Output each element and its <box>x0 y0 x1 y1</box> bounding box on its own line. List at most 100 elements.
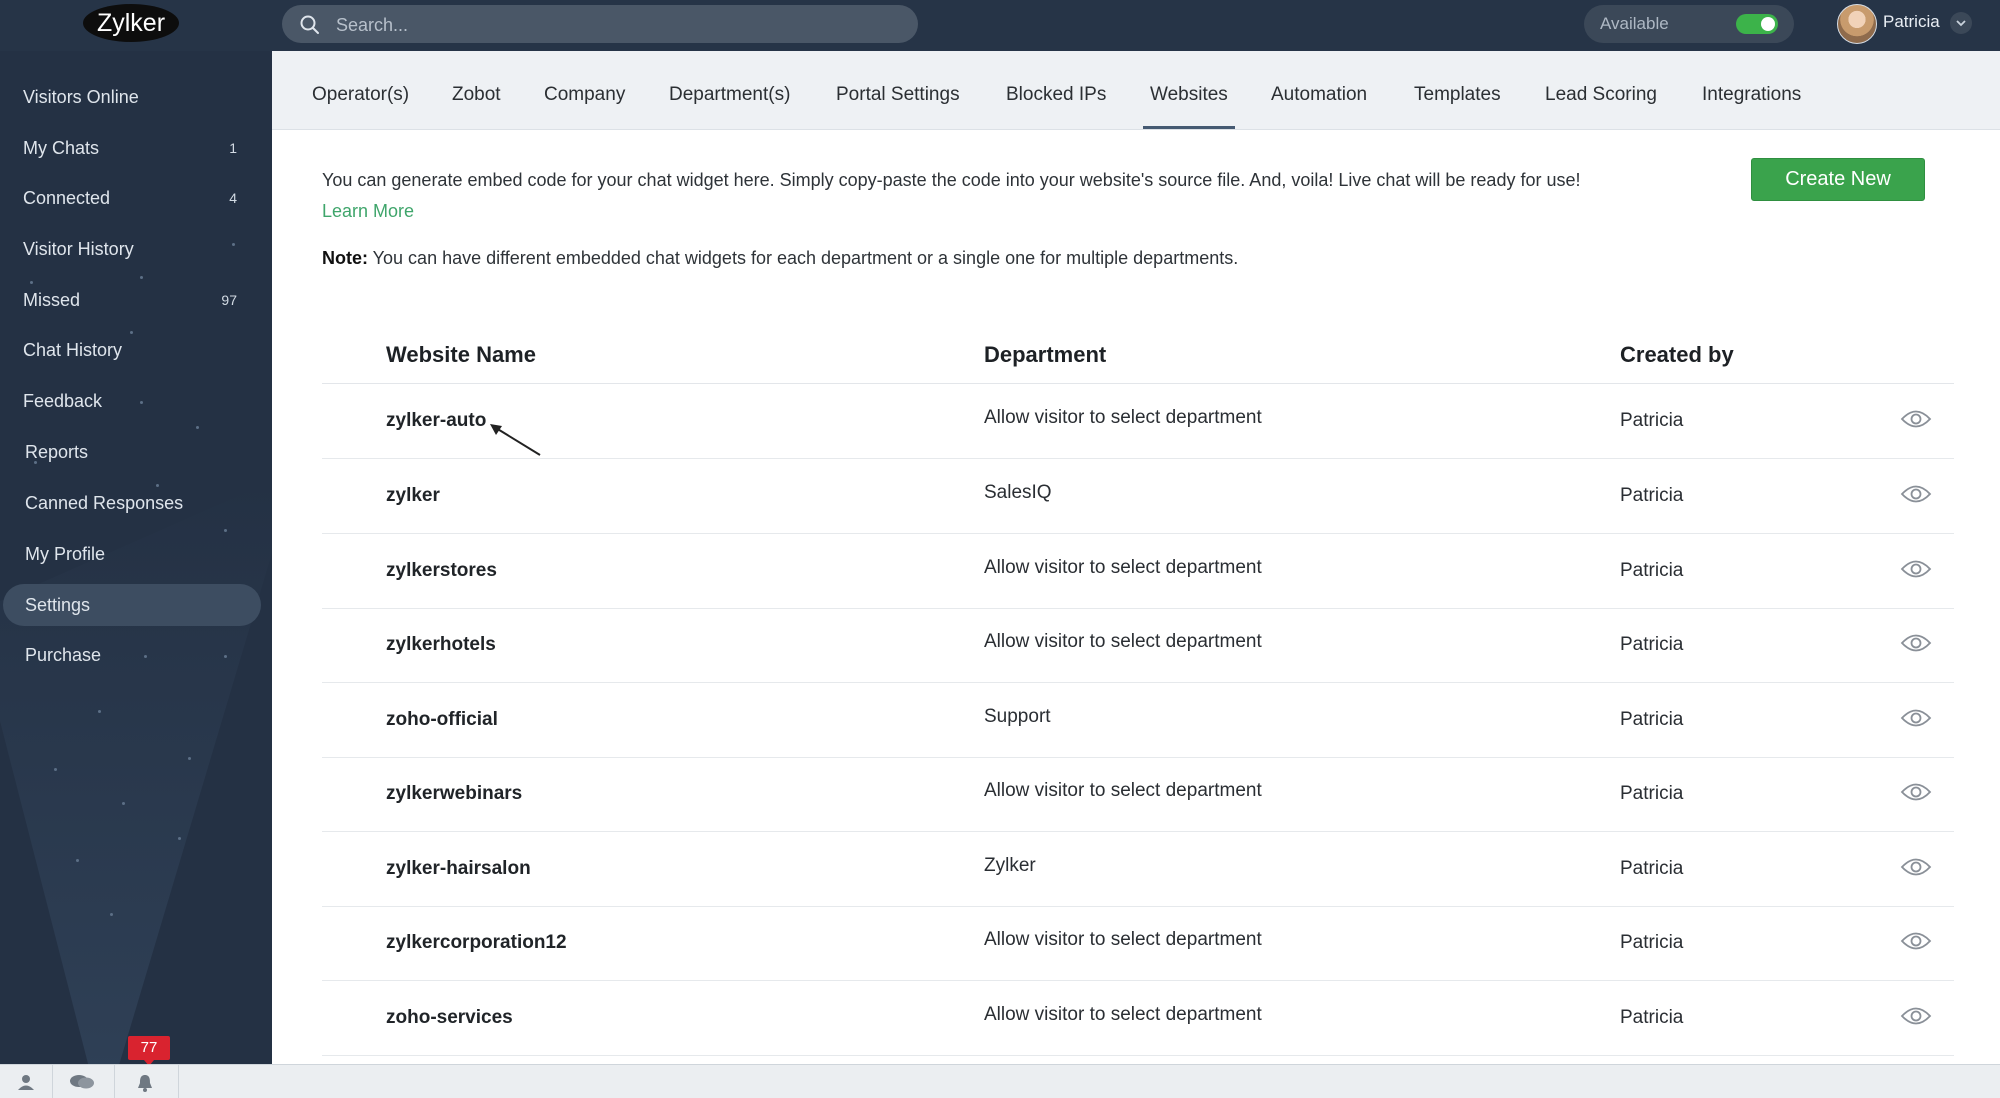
eye-icon[interactable] <box>1900 1005 1932 1027</box>
sidebar-item-purchase[interactable]: Purchase <box>3 634 261 676</box>
table-row[interactable]: zylkercorporation12 Allow visitor to sel… <box>322 906 1954 981</box>
created-by: Patricia <box>1620 1007 1684 1028</box>
table-row[interactable]: zoho-official Support Patricia <box>322 683 1954 758</box>
created-by: Patricia <box>1620 634 1684 655</box>
department: Allow visitor to select department <box>984 929 1262 950</box>
sidebar-item-reports[interactable]: Reports <box>3 431 261 473</box>
bottom-tray <box>0 1064 2000 1098</box>
tab-lead-scoring[interactable]: Lead Scoring <box>1545 51 1657 129</box>
decor-dot <box>188 757 191 760</box>
sidebar-item-label: Reports <box>25 442 89 462</box>
tray-chats-button[interactable] <box>53 1065 115 1098</box>
tab-websites[interactable]: Websites <box>1143 51 1235 129</box>
availability-toggle[interactable] <box>1736 14 1778 34</box>
sidebar-item-count: 4 <box>229 190 237 206</box>
sidebar: Visitors Online My Chats 1 Connected 4 V… <box>0 51 272 1064</box>
website-name[interactable]: zylker <box>386 459 440 533</box>
tab-automation[interactable]: Automation <box>1271 51 1367 129</box>
created-by: Patricia <box>1620 709 1684 730</box>
note-description: You can have different embedded chat wid… <box>368 248 1239 268</box>
sidebar-item-label: Settings <box>25 595 91 615</box>
website-name[interactable]: zylkerstores <box>386 534 497 608</box>
note-text: Note: You can have different embedded ch… <box>322 244 1238 272</box>
tab-portal-settings[interactable]: Portal Settings <box>836 51 960 129</box>
bell-icon <box>138 1075 152 1092</box>
website-name[interactable]: zylkerhotels <box>386 608 496 682</box>
eye-icon[interactable] <box>1900 632 1932 654</box>
website-name[interactable]: zoho-services <box>386 981 513 1055</box>
tray-visitors-button[interactable] <box>0 1065 53 1098</box>
table-row[interactable]: zoho-services Allow visitor to select de… <box>322 981 1954 1056</box>
website-name[interactable]: zylkercorporation12 <box>386 906 567 980</box>
user-avatar[interactable] <box>1837 4 1877 44</box>
sidebar-item-chat-history[interactable]: Chat History <box>3 329 261 371</box>
website-name[interactable]: zylker-hairsalon <box>386 832 531 906</box>
intro-description: You can generate embed code for your cha… <box>322 170 1581 190</box>
create-new-button[interactable]: Create New <box>1751 158 1925 201</box>
table-row[interactable]: zylker SalesIQ Patricia <box>322 459 1954 534</box>
sidebar-item-missed[interactable]: Missed 97 <box>3 279 261 321</box>
department: Allow visitor to select department <box>984 1004 1262 1025</box>
eye-icon[interactable] <box>1900 408 1932 430</box>
sidebar-item-label: Canned Responses <box>25 493 184 513</box>
decor-dot <box>224 529 227 532</box>
tab-departments[interactable]: Department(s) <box>669 51 790 129</box>
table-row[interactable]: zylkerhotels Allow visitor to select dep… <box>322 608 1954 683</box>
created-by: Patricia <box>1620 560 1684 581</box>
department: Allow visitor to select department <box>984 780 1262 801</box>
tab-templates[interactable]: Templates <box>1414 51 1501 129</box>
sidebar-item-count: 1 <box>229 140 237 156</box>
eye-icon[interactable] <box>1900 930 1932 952</box>
sidebar-item-label: Visitor History <box>23 239 134 259</box>
sidebar-item-feedback[interactable]: Feedback <box>3 380 261 422</box>
sidebar-item-my-chats[interactable]: My Chats 1 <box>3 127 261 169</box>
decor-dot <box>98 710 101 713</box>
eye-icon[interactable] <box>1900 483 1932 505</box>
table-header: Website Name Department Created by <box>322 334 1954 384</box>
zylker-logo[interactable]: Zylker <box>83 4 179 42</box>
user-name[interactable]: Patricia <box>1883 0 1940 44</box>
table-row[interactable]: zylkerwebinars Allow visitor to select d… <box>322 757 1954 832</box>
eye-icon[interactable] <box>1900 781 1932 803</box>
eye-icon[interactable] <box>1900 707 1932 729</box>
department: Zylker <box>984 855 1036 876</box>
tab-company[interactable]: Company <box>544 51 625 129</box>
sidebar-item-label: My Profile <box>25 544 106 564</box>
eye-icon[interactable] <box>1900 558 1932 580</box>
website-name[interactable]: zoho-official <box>386 683 498 757</box>
annotation-arrow-icon <box>490 424 541 456</box>
top-bar: Zylker Available Patricia <box>0 0 2000 52</box>
website-name[interactable]: zylkerwebinars <box>386 757 522 831</box>
tray-notifications-button[interactable] <box>115 1065 179 1098</box>
sidebar-item-visitor-history[interactable]: Visitor History <box>3 228 261 270</box>
search-box[interactable] <box>282 5 918 45</box>
tab-integrations[interactable]: Integrations <box>1702 51 1801 129</box>
sidebar-item-settings[interactable]: Settings <box>3 584 261 626</box>
intro-text: You can generate embed code for your cha… <box>322 165 1612 227</box>
decor-dot <box>196 426 199 429</box>
eye-icon[interactable] <box>1900 856 1932 878</box>
decor-dot <box>54 768 57 771</box>
decor-dot <box>178 837 181 840</box>
sidebar-item-my-profile[interactable]: My Profile <box>3 533 261 575</box>
tab-blocked-ips[interactable]: Blocked IPs <box>1006 51 1106 129</box>
availability-status[interactable]: Available <box>1584 5 1794 43</box>
learn-more-link[interactable]: Learn More <box>322 201 414 221</box>
search-input[interactable] <box>334 5 898 45</box>
sidebar-item-label: Connected <box>23 188 111 208</box>
sidebar-item-connected[interactable]: Connected 4 <box>3 177 261 219</box>
department: Support <box>984 706 1051 727</box>
sidebar-item-canned-responses[interactable]: Canned Responses <box>3 482 261 524</box>
tab-operators[interactable]: Operator(s) <box>312 51 409 129</box>
table-row[interactable]: zylkerstores Allow visitor to select dep… <box>322 534 1954 609</box>
sidebar-item-label: Chat History <box>23 340 123 360</box>
tab-zobot[interactable]: Zobot <box>452 51 501 129</box>
department: Allow visitor to select department <box>984 631 1262 652</box>
user-menu-chevron-icon[interactable] <box>1950 12 1972 34</box>
table-row[interactable]: zylker-hairsalon Zylker Patricia <box>322 832 1954 907</box>
department: Allow visitor to select department <box>984 557 1262 578</box>
sidebar-item-visitors-online[interactable]: Visitors Online <box>3 76 261 118</box>
website-name[interactable]: zylker-auto <box>386 384 486 458</box>
settings-tabs: Operator(s) Zobot Company Department(s) … <box>272 51 2000 130</box>
table-row[interactable]: zylker-auto Allow visitor to select depa… <box>322 384 1954 459</box>
